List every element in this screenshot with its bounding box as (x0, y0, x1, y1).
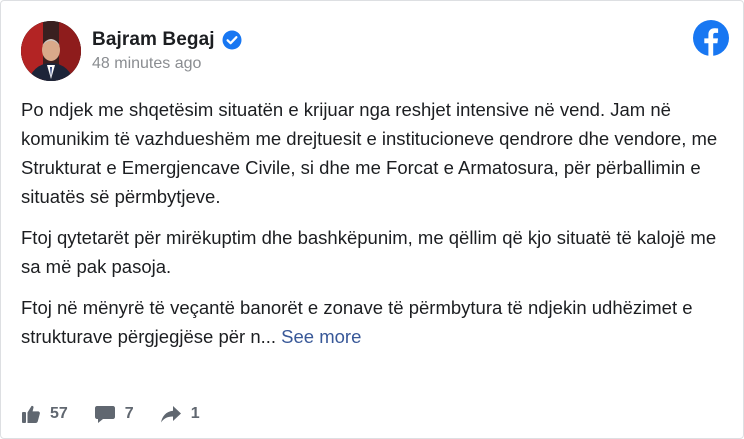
post-paragraph-truncated: Ftoj në mënyrë të veçantë banorët e zona… (21, 293, 727, 351)
facebook-logo-icon[interactable] (693, 20, 729, 56)
share-stat[interactable]: 1 (160, 404, 200, 424)
post-stats-bar: 57 7 1 (21, 402, 226, 426)
author-block: Bajram Begaj 48 minutes ago (92, 28, 242, 73)
see-more-link[interactable]: See more (281, 326, 361, 347)
post-header: Bajram Begaj 48 minutes ago (21, 21, 242, 81)
comment-stat[interactable]: 7 (94, 404, 134, 424)
facebook-post-card: Bajram Begaj 48 minutes ago Po ndjek me … (0, 0, 744, 439)
post-content: Po ndjek me shqetësim situatën e krijuar… (21, 95, 727, 363)
author-avatar[interactable] (21, 21, 81, 81)
post-paragraph: Ftoj qytetarët për mirëkuptim dhe bashkë… (21, 227, 717, 277)
like-stat[interactable]: 57 (21, 404, 68, 424)
post-timestamp[interactable]: 48 minutes ago (92, 55, 242, 73)
share-arrow-icon (160, 406, 181, 423)
comment-icon (94, 406, 115, 423)
author-name[interactable]: Bajram Begaj (92, 29, 215, 51)
comment-count: 7 (124, 405, 134, 422)
like-count: 57 (50, 405, 68, 422)
author-row: Bajram Begaj (92, 28, 242, 52)
post-paragraph: Po ndjek me shqetësim situatën e krijuar… (21, 99, 718, 207)
share-count: 1 (190, 405, 200, 422)
verified-badge-icon (222, 30, 242, 50)
thumbs-up-icon (22, 405, 40, 423)
